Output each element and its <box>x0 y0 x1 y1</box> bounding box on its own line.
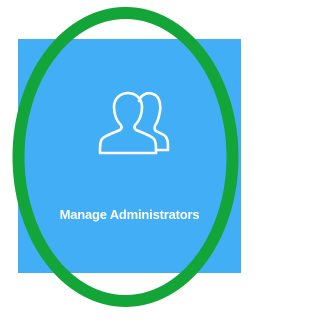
users-icon <box>98 89 170 157</box>
tile-label: Manage Administrators <box>59 207 200 222</box>
manage-administrators-tile[interactable]: Manage Administrators <box>18 39 241 273</box>
canvas: Manage Administrators <box>0 0 259 328</box>
